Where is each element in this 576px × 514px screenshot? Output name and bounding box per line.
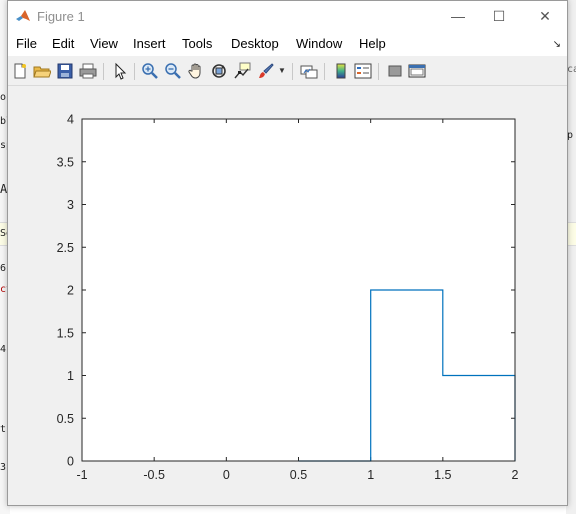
- close-button[interactable]: ✕: [522, 1, 568, 32]
- open-file-icon[interactable]: [33, 62, 51, 80]
- matlab-logo-icon: [16, 10, 30, 21]
- y-tick-label: 2.5: [57, 241, 74, 255]
- y-tick-label: 4: [67, 113, 74, 127]
- toolbar-separator: [378, 63, 379, 80]
- toolbar-separator: [292, 63, 293, 80]
- plot-area: -1 -0.5 0 0.5 1 1.5 2 0 0.5 1 1.5 2 2.5 3 3.5 4: [8, 86, 567, 505]
- minimize-button[interactable]: —: [435, 1, 481, 32]
- insert-colorbar-icon[interactable]: [332, 62, 350, 80]
- menu-insert[interactable]: Insert: [133, 36, 166, 51]
- y-tick-label: 2: [67, 284, 74, 298]
- x-tick-label: 1.5: [434, 468, 451, 482]
- print-icon[interactable]: [79, 62, 97, 80]
- menu-edit[interactable]: Edit: [52, 36, 74, 51]
- maximize-button[interactable]: ☐: [476, 1, 522, 32]
- insert-legend-icon[interactable]: [354, 62, 372, 80]
- background-text: ca: [567, 64, 576, 75]
- y-tick-label: 1.5: [57, 326, 74, 340]
- menu-file[interactable]: File: [16, 36, 37, 51]
- x-tick-label: 2: [512, 468, 519, 482]
- y-tick-label: 3: [67, 198, 74, 212]
- menu-desktop[interactable]: Desktop: [231, 36, 279, 51]
- y-tick-label: 1: [67, 369, 74, 383]
- brush-dropdown-icon[interactable]: ▼: [278, 62, 296, 80]
- line-chart[interactable]: -1 -0.5 0 0.5 1 1.5 2 0 0.5 1 1.5 2 2.5 3 3.5 4: [8, 86, 567, 505]
- menu-bar: File Edit View Insert Tools Desktop Wind…: [8, 32, 567, 56]
- rotate-3d-icon[interactable]: [210, 62, 228, 80]
- menu-tools[interactable]: Tools: [182, 36, 212, 51]
- save-icon[interactable]: [56, 62, 74, 80]
- zoom-in-icon[interactable]: [141, 62, 159, 80]
- toolbar-separator: [103, 63, 104, 80]
- link-plot-icon[interactable]: [300, 62, 318, 80]
- toolbar-separator: [324, 63, 325, 80]
- menu-view[interactable]: View: [90, 36, 118, 51]
- y-tick-label: 0: [67, 455, 74, 469]
- data-cursor-icon[interactable]: [233, 62, 251, 80]
- x-tick-label: 1: [367, 468, 374, 482]
- pan-hand-icon[interactable]: [187, 62, 205, 80]
- show-plot-tools-icon[interactable]: [408, 62, 426, 80]
- x-tick-label: 0.5: [290, 468, 307, 482]
- toolbar-separator: [134, 63, 135, 80]
- background-text: 4: [0, 344, 7, 355]
- new-figure-icon[interactable]: [11, 62, 29, 80]
- brush-icon[interactable]: [257, 62, 275, 80]
- menu-help[interactable]: Help: [359, 36, 386, 51]
- dock-arrow-icon[interactable]: ↘: [553, 39, 561, 50]
- edit-plot-arrow-icon[interactable]: [111, 62, 129, 80]
- x-tick-label: 0: [223, 468, 230, 482]
- hide-plot-tools-icon[interactable]: [386, 62, 404, 80]
- figure-toolbar: ▼: [8, 58, 567, 86]
- x-tick-label: -1: [76, 468, 87, 482]
- x-tick-label: -0.5: [143, 468, 165, 482]
- y-tick-label: 3.5: [57, 155, 74, 169]
- window-title: Figure 1: [37, 9, 85, 24]
- axes-background: [82, 119, 515, 461]
- title-bar[interactable]: Figure 1 — ☐ ✕: [8, 1, 567, 32]
- menu-window[interactable]: Window: [296, 36, 342, 51]
- figure-window: Figure 1 — ☐ ✕ File Edit View Insert Too…: [7, 0, 568, 506]
- y-tick-label: 0.5: [57, 412, 74, 426]
- zoom-out-icon[interactable]: [164, 62, 182, 80]
